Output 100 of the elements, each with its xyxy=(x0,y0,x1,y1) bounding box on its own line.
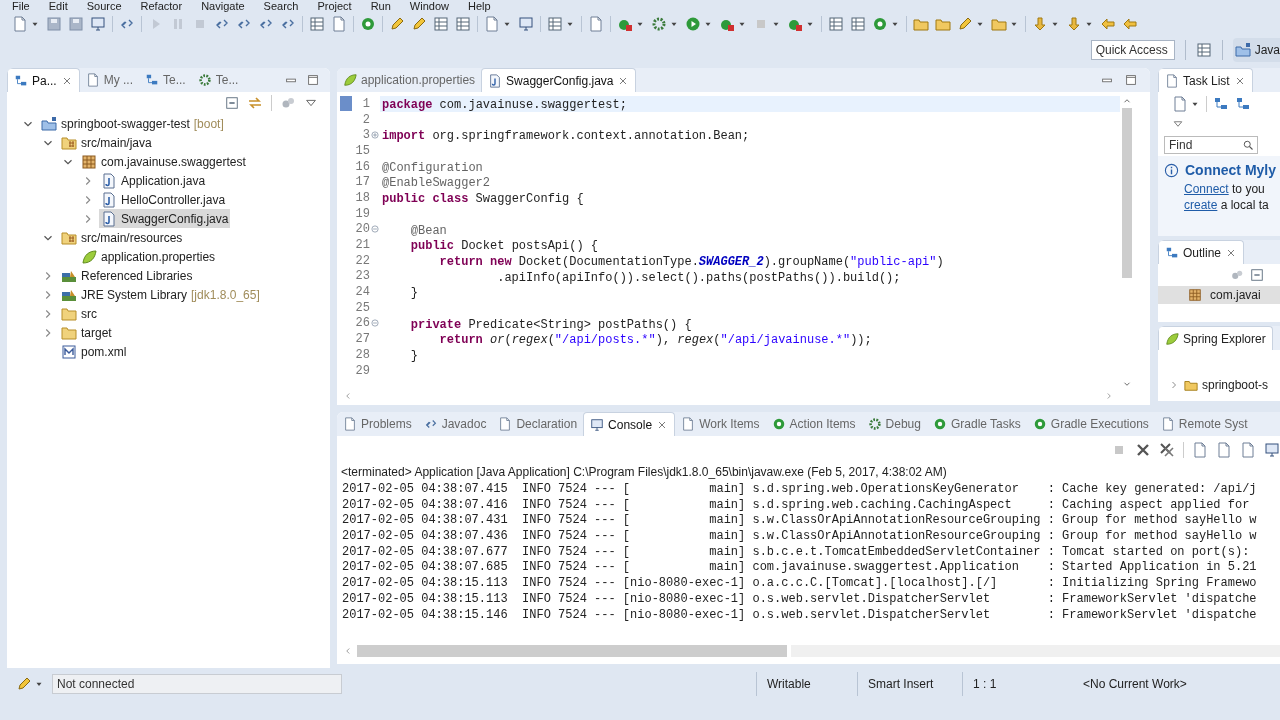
page-icon[interactable] xyxy=(1192,442,1208,458)
menu-item[interactable]: Navigate xyxy=(201,0,245,13)
link[interactable]: Connect xyxy=(1184,182,1229,196)
project-icon xyxy=(41,115,57,132)
grid-icon[interactable] xyxy=(433,16,449,32)
tree-item[interactable]: src/main/resources xyxy=(59,228,185,247)
menu-item[interactable]: Help xyxy=(468,0,491,13)
expand-icon[interactable] xyxy=(370,130,380,141)
tree-item[interactable]: HelloController.java xyxy=(99,190,228,209)
gears-icon[interactable] xyxy=(1230,268,1244,282)
sync-icon[interactable] xyxy=(247,95,263,111)
tree-item[interactable]: src/main/java xyxy=(59,133,154,152)
remove-icon[interactable] xyxy=(1135,442,1151,458)
view-tab[interactable]: Task List xyxy=(1158,68,1253,92)
page-icon[interactable] xyxy=(1216,442,1232,458)
pencil-icon[interactable] xyxy=(411,16,427,32)
tree-item[interactable]: Application.java xyxy=(99,171,208,190)
maximize-icon[interactable] xyxy=(306,73,320,87)
page-icon[interactable] xyxy=(331,16,347,32)
folder-icon[interactable] xyxy=(935,16,951,32)
connection-field[interactable]: Not connected xyxy=(52,674,342,694)
link[interactable]: create xyxy=(1184,198,1218,212)
pencil-icon[interactable] xyxy=(957,16,973,32)
play-icon[interactable] xyxy=(685,16,701,32)
menu-item[interactable]: Window xyxy=(409,0,449,13)
tree-item[interactable]: springboot-swagger-test [boot] xyxy=(39,114,226,133)
quick-access-field[interactable]: Quick Access xyxy=(1090,39,1175,60)
monitor-icon[interactable] xyxy=(90,16,106,32)
maximize-icon[interactable] xyxy=(1124,73,1138,87)
pencil-icon[interactable] xyxy=(389,16,405,32)
tab[interactable]: Remote Syst xyxy=(1154,412,1254,436)
menu-item[interactable]: File xyxy=(12,0,30,13)
tree-item[interactable]: pom.xml xyxy=(59,342,129,361)
tree-icon[interactable] xyxy=(1213,96,1229,112)
grid-icon[interactable] xyxy=(547,16,563,32)
tree-item[interactable]: Referenced Libraries xyxy=(59,266,195,285)
arrow-down-icon[interactable] xyxy=(1066,16,1082,32)
grid-icon[interactable] xyxy=(1195,41,1212,58)
tab[interactable]: Debug xyxy=(861,412,927,436)
collapse-all-icon[interactable] xyxy=(1250,268,1264,282)
page-icon[interactable] xyxy=(588,16,604,32)
tree-item[interactable]: JRE System Library [jdk1.8.0_65] xyxy=(59,285,262,304)
menu-item[interactable]: Project xyxy=(317,0,352,13)
grid-icon[interactable] xyxy=(309,16,325,32)
grid-icon[interactable] xyxy=(850,16,866,32)
menu-item[interactable]: Edit xyxy=(48,0,68,13)
tab[interactable]: My ... xyxy=(79,68,140,92)
tree-icon[interactable] xyxy=(1235,96,1251,112)
tab[interactable]: Declaration xyxy=(492,412,584,436)
perspective-button[interactable]: Java xyxy=(1232,37,1280,62)
tab[interactable]: Problems xyxy=(337,412,418,436)
tree-item[interactable]: target xyxy=(59,323,114,342)
arrow-down-icon[interactable] xyxy=(1032,16,1048,32)
find-field[interactable]: Find xyxy=(1164,136,1258,154)
menu-item[interactable]: Source xyxy=(86,0,122,13)
tab[interactable]: Te... xyxy=(191,68,245,92)
arrow-left-icon[interactable] xyxy=(1122,16,1138,32)
tree-item[interactable]: com.javainuse.swaggertest xyxy=(79,152,248,171)
tab[interactable]: Te... xyxy=(139,68,192,92)
tab[interactable]: Action Items xyxy=(765,412,862,436)
monitor-icon[interactable] xyxy=(518,16,534,32)
gear-icon[interactable] xyxy=(651,16,667,32)
console-line: 2017-02-05 04:38:07.431 INFO 7524 --- [ main] s.w.ClassOrApiAnnotationResourceGrouping : Group for method sayHello w xyxy=(342,513,1258,530)
java-file-icon xyxy=(488,73,503,88)
tab[interactable]: Javadoc xyxy=(417,412,493,436)
circle-icon[interactable] xyxy=(360,16,376,32)
tab[interactable]: Work Items xyxy=(675,412,766,436)
folder-icon[interactable] xyxy=(913,16,929,32)
collapse-all-icon[interactable] xyxy=(225,96,239,110)
remove-all-icon[interactable] xyxy=(1159,442,1175,458)
tree-item[interactable]: application.properties xyxy=(79,247,218,266)
tree-item[interactable]: SwaggerConfig.java xyxy=(99,209,231,228)
grid-icon[interactable] xyxy=(828,16,844,32)
circle-icon[interactable] xyxy=(872,16,888,32)
arrow-left-icon[interactable] xyxy=(1100,16,1116,32)
grid-icon[interactable] xyxy=(455,16,471,32)
view-tab[interactable]: Spring Explorer xyxy=(1158,326,1273,350)
tab[interactable]: Pa... xyxy=(7,68,80,92)
circle-icon xyxy=(771,417,786,431)
tab[interactable]: SwaggerConfig.java xyxy=(481,68,637,92)
tree-item[interactable]: springboot-s xyxy=(1158,376,1280,394)
view-tab[interactable]: Outline xyxy=(1158,240,1245,264)
page-icon[interactable] xyxy=(1240,442,1256,458)
collapse-icon[interactable] xyxy=(370,224,380,235)
code-line: } xyxy=(409,348,419,363)
pencil-icon[interactable] xyxy=(16,676,32,692)
tab[interactable]: application.properties xyxy=(337,68,482,92)
menu-item[interactable]: Refactor xyxy=(140,0,183,13)
menu-item[interactable]: Run xyxy=(370,0,391,13)
tree-item[interactable]: src xyxy=(59,304,99,323)
view-menu-icon[interactable] xyxy=(1172,118,1184,130)
tab[interactable]: Gradle Executions xyxy=(1026,412,1155,436)
monitor-icon[interactable] xyxy=(1264,442,1280,458)
menu-item[interactable]: Search xyxy=(263,0,299,13)
collapse-icon[interactable] xyxy=(370,318,380,329)
console-line: 2017-02-05 04:38:15.113 INFO 7524 --- [nio-8080-exec-1] o.a.c.c.C.[Tomcat].[localhost].[/] : Initializing Spring Framewo xyxy=(342,576,1258,592)
outline-item[interactable]: com.javai xyxy=(1158,286,1280,304)
console-line: 2017-02-05 04:38:07.677 INFO 7524 --- [ main] s.b.c.e.t.TomcatEmbeddedServletContainer : Tomcat started on port(s): xyxy=(342,544,1251,561)
tab[interactable]: Gradle Tasks xyxy=(927,412,1027,436)
tab[interactable]: Console xyxy=(583,412,676,436)
